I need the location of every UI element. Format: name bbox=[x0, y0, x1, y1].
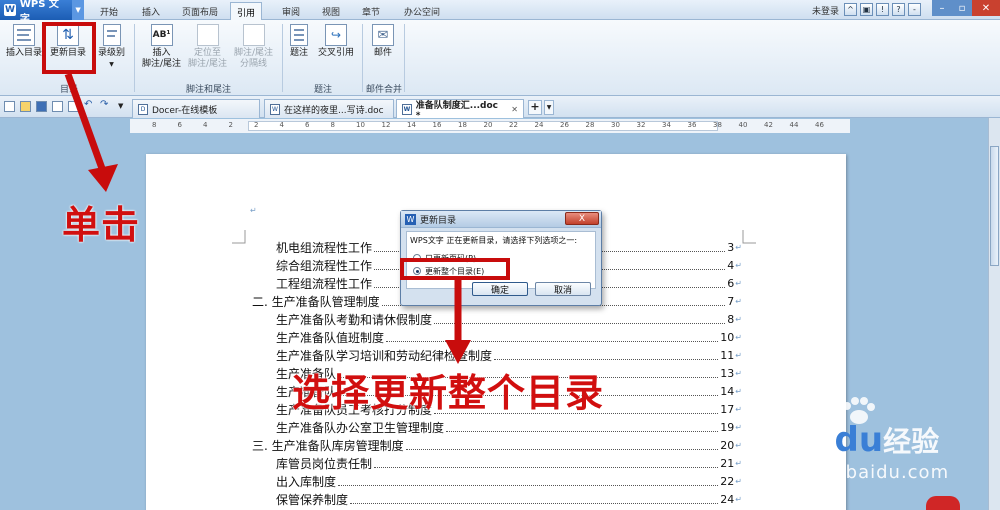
baidu-jingyan-watermark: Baidu经验 jingyan.baidu.com bbox=[760, 396, 955, 496]
corner-badge bbox=[926, 496, 960, 510]
arrowhead bbox=[445, 340, 471, 364]
annotation-select-update-all: 选择更新整个目录 bbox=[292, 371, 605, 415]
annotation-click: 单击 bbox=[62, 203, 141, 247]
watermark-url: jingyan.baidu.com bbox=[766, 462, 950, 483]
arrowhead bbox=[88, 164, 118, 192]
arrow-line bbox=[64, 72, 108, 176]
watermark-brand: Baidu经验 bbox=[774, 420, 940, 460]
